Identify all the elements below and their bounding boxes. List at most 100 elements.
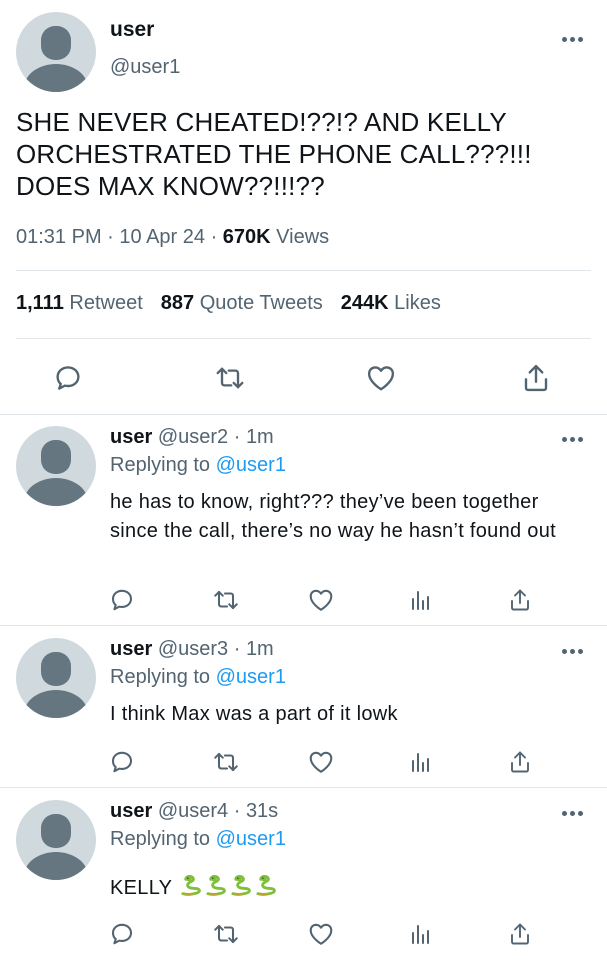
share-button[interactable]	[500, 914, 540, 954]
like-icon	[309, 589, 333, 611]
share-icon	[511, 589, 529, 611]
share-icon	[511, 751, 529, 773]
user-handle[interactable]: @user4	[158, 800, 228, 822]
like-button[interactable]	[301, 742, 341, 782]
reply-button[interactable]	[102, 914, 142, 954]
reply-tweet[interactable]: user @user4 · 31s Replying to @user1 KEL…	[0, 788, 607, 960]
retweet-icon	[214, 590, 238, 610]
divider	[16, 338, 591, 339]
reply-icon	[111, 589, 133, 611]
divider	[16, 270, 591, 271]
snake-emoji	[181, 875, 201, 896]
replying-to: Replying to @user1	[110, 828, 286, 851]
analytics-icon	[412, 753, 429, 772]
tweet-date[interactable]: 10 Apr 24	[119, 226, 205, 248]
quotes-stat[interactable]: 887 Quote Tweets	[161, 292, 323, 314]
retweet-icon	[214, 924, 238, 944]
display-name[interactable]: user	[110, 426, 152, 448]
like-button[interactable]	[301, 914, 341, 954]
tweet-age: 1m	[245, 638, 274, 660]
replying-label: Replying to	[110, 828, 211, 850]
likes-count: 244K	[340, 292, 389, 314]
analytics-button[interactable]	[400, 742, 440, 782]
like-button[interactable]	[301, 580, 341, 620]
tweet-age: 1m	[245, 426, 274, 448]
retweet-button[interactable]	[206, 914, 246, 954]
more-icon[interactable]	[562, 646, 583, 656]
mention-link[interactable]: @user1	[216, 666, 286, 688]
display-name[interactable]: user	[110, 18, 154, 42]
reply-action-bar	[0, 580, 607, 620]
share-button[interactable]	[500, 742, 540, 782]
reply-tweet[interactable]: user @user2 · 1m Replying to @user1 he h…	[0, 414, 607, 626]
user-handle[interactable]: @user2	[158, 426, 228, 448]
replying-label: Replying to	[110, 666, 211, 688]
likes-stat[interactable]: 244K Likes	[341, 292, 441, 314]
retweet-label: Retweet	[69, 292, 143, 314]
reply-button[interactable]	[48, 358, 88, 398]
tweet-age: 31s	[245, 800, 279, 822]
replying-label: Replying to	[110, 454, 211, 476]
views-label: Views	[276, 226, 330, 248]
reply-header: user @user2 · 1m	[110, 426, 274, 448]
reply-button[interactable]	[102, 580, 142, 620]
engagement-stats: 1,111 Retweet 887 Quote Tweets 244K Likes	[16, 292, 441, 315]
reply-header: user @user4 · 31s	[110, 800, 279, 822]
share-button[interactable]	[500, 580, 540, 620]
tweet-meta: 01:31 PM · 10 Apr 24 · 670K Views	[16, 226, 330, 248]
reply-text-content: KELLY	[110, 877, 172, 899]
replying-to: Replying to @user1	[110, 666, 286, 689]
retweet-icon	[214, 752, 238, 772]
retweet-button[interactable]	[206, 580, 246, 620]
avatar[interactable]	[16, 800, 96, 880]
main-action-bar	[0, 358, 607, 398]
user-handle[interactable]: @user3	[158, 638, 228, 660]
reply-text: he has to know, right??? they’ve been to…	[110, 491, 557, 542]
retweet-button[interactable]	[206, 742, 246, 782]
mention-link[interactable]: @user1	[216, 454, 286, 476]
display-name[interactable]: user	[110, 800, 152, 822]
avatar[interactable]	[16, 638, 96, 718]
share-icon	[511, 923, 529, 945]
tweet-time[interactable]: 01:31 PM	[16, 226, 102, 248]
snake-emoji	[231, 875, 251, 896]
snake-emoji	[206, 875, 226, 896]
replying-to: Replying to @user1	[110, 454, 286, 477]
reply-action-bar	[0, 742, 607, 782]
share-icon	[524, 364, 548, 392]
like-button[interactable]	[361, 358, 401, 398]
analytics-button[interactable]	[400, 580, 440, 620]
like-icon	[309, 923, 333, 945]
analytics-icon	[412, 925, 429, 944]
reply-text: I think Max was a part of it lowk	[110, 703, 398, 725]
reply-icon	[111, 923, 133, 945]
retweets-stat[interactable]: 1,111 Retweet	[16, 292, 143, 314]
reply-icon	[111, 751, 133, 773]
mention-link[interactable]: @user1	[216, 828, 286, 850]
quote-count: 887	[160, 292, 195, 314]
more-icon[interactable]	[562, 34, 583, 44]
reply-header: user @user3 · 1m	[110, 638, 274, 660]
retweet-icon	[216, 367, 244, 389]
user-handle[interactable]: @user1	[110, 56, 180, 79]
like-icon	[309, 751, 333, 773]
reply-icon	[56, 366, 80, 390]
analytics-button[interactable]	[400, 914, 440, 954]
more-icon[interactable]	[562, 808, 583, 818]
retweet-button[interactable]	[210, 358, 250, 398]
like-icon	[367, 366, 395, 391]
avatar[interactable]	[16, 426, 96, 506]
reply-tweet[interactable]: user @user3 · 1m Replying to @user1 I th…	[0, 626, 607, 788]
reply-button[interactable]	[102, 742, 142, 782]
snake-emoji	[256, 875, 276, 896]
share-button[interactable]	[516, 358, 556, 398]
reply-action-bar	[0, 914, 607, 954]
retweet-count: 1,111	[16, 292, 64, 314]
analytics-icon	[412, 591, 429, 610]
quote-label: Quote Tweets	[199, 292, 323, 314]
display-name[interactable]: user	[110, 638, 152, 660]
more-icon[interactable]	[562, 434, 583, 444]
tweet-text: SHE NEVER CHEATED!??!? AND KELLY ORCHEST…	[16, 107, 532, 201]
views-count: 670K	[222, 226, 271, 248]
avatar[interactable]	[16, 12, 96, 92]
